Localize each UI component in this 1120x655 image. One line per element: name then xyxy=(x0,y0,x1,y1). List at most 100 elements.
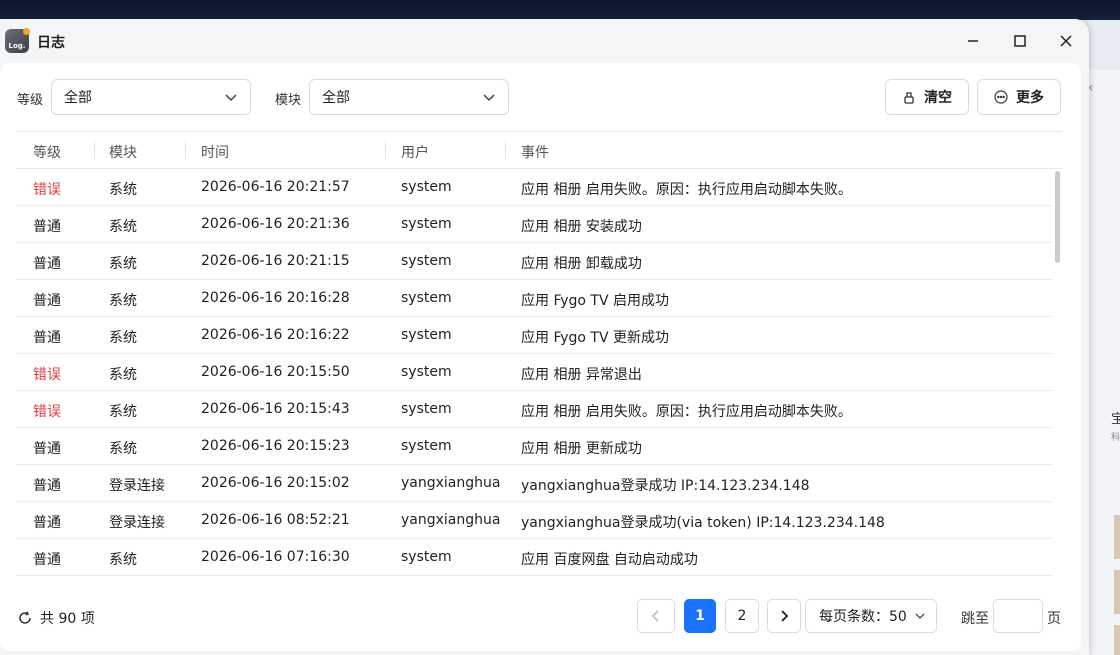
table-row[interactable]: 普通 系统 2026-06-16 07:16:30 system 应用 百度网盘 自动启… xyxy=(16,539,1052,576)
maximize-button[interactable] xyxy=(1008,29,1032,53)
table-row[interactable]: 错误 系统 2026-06-16 20:15:50 system 应用 相册 异常退出 xyxy=(16,354,1052,391)
cell-event: 应用 相册 启用失败。原因：执行应用启动脚本失败。 xyxy=(521,182,852,198)
chevron-right-icon xyxy=(781,610,789,622)
table-row[interactable]: 普通 系统 2026-06-16 20:15:23 system 应用 相册 更新成功 xyxy=(16,428,1052,465)
cell-event: 应用 相册 卸载成功 xyxy=(521,256,642,272)
clear-brush-icon xyxy=(904,92,914,104)
cell-module: 系统 xyxy=(109,441,137,457)
minimize-icon xyxy=(968,40,978,42)
minimize-button[interactable] xyxy=(961,29,985,53)
column-divider[interactable] xyxy=(505,141,506,159)
module-filter-label: 模块 xyxy=(275,93,302,108)
module-select[interactable]: 全部 xyxy=(309,79,509,115)
table-row[interactable]: 普通 登录连接 2026-06-16 08:52:21 yangxianghua yan… xyxy=(16,502,1052,539)
page-suffix: 页 xyxy=(1047,611,1061,627)
cell-user: system xyxy=(401,364,452,380)
cell-user: system xyxy=(401,179,452,195)
chevron-down-icon xyxy=(915,613,925,620)
cell-user: system xyxy=(401,438,452,454)
cell-level: 普通 xyxy=(33,256,61,272)
cell-time: 2026-06-16 20:15:50 xyxy=(201,364,350,380)
cell-module: 系统 xyxy=(109,219,137,235)
next-page-button[interactable] xyxy=(767,599,801,633)
cell-user: system xyxy=(401,401,452,417)
background-subtext: 科 xyxy=(1111,433,1120,443)
table-row[interactable]: 错误 系统 2026-06-16 20:21:57 system 应用 相册 启用失败。… xyxy=(16,169,1052,206)
table-row[interactable]: 普通 系统 2026-06-16 20:21:15 system 应用 相册 卸载成功 xyxy=(16,243,1052,280)
column-header-user[interactable]: 用户 xyxy=(401,142,429,162)
jump-label: 跳至 xyxy=(961,611,989,627)
table-row[interactable]: 普通 登录连接 2026-06-16 20:15:02 yangxianghua yan… xyxy=(16,465,1052,502)
cell-event: 应用 相册 安装成功 xyxy=(521,219,642,235)
log-app-icon: Log. xyxy=(5,28,30,53)
cell-event: 应用 Fygo TV 更新成功 xyxy=(521,330,669,346)
maximize-icon xyxy=(1014,35,1026,47)
page-button-1[interactable]: 1 xyxy=(684,599,716,633)
cell-level: 错误 xyxy=(33,182,61,198)
table-header: 等级 模块 时间 用户 事件 xyxy=(16,131,1062,169)
page-size-value: 每页条数：50 xyxy=(819,609,907,625)
column-divider[interactable] xyxy=(94,141,95,159)
cell-user: system xyxy=(401,253,452,269)
cell-user: system xyxy=(401,327,452,343)
prev-page-button[interactable] xyxy=(637,599,675,633)
more-button-label: 更多 xyxy=(1016,90,1044,106)
cell-module: 系统 xyxy=(109,293,137,309)
column-header-module[interactable]: 模块 xyxy=(109,142,137,162)
cell-user: system xyxy=(401,549,452,565)
cell-user: system xyxy=(401,290,452,306)
cell-time: 2026-06-16 20:15:43 xyxy=(201,401,350,417)
cell-module: 系统 xyxy=(109,330,137,346)
column-header-event[interactable]: 事件 xyxy=(521,142,549,162)
jump-page-input[interactable] xyxy=(993,599,1043,633)
background-thumbnail xyxy=(1114,570,1120,614)
page-button-2[interactable]: 2 xyxy=(725,599,759,633)
cell-event: 应用 Fygo TV 启用成功 xyxy=(521,293,669,309)
clear-button[interactable]: 清空 xyxy=(885,79,969,115)
column-header-level[interactable]: 等级 xyxy=(33,142,61,162)
cell-user: yangxianghua xyxy=(401,475,501,491)
cell-module: 登录连接 xyxy=(109,478,165,494)
table-row[interactable]: 普通 系统 2026-06-16 20:16:22 system 应用 Fygo TV … xyxy=(16,317,1052,354)
cell-event: yangxianghua登录成功(via token) IP:14.123.23… xyxy=(521,515,885,531)
chevron-down-icon xyxy=(483,94,495,102)
close-button[interactable] xyxy=(1054,29,1078,53)
cell-module: 系统 xyxy=(109,182,137,198)
cell-user: yangxianghua xyxy=(401,512,501,528)
table-row[interactable]: 普通 系统 2026-06-16 20:16:28 system 应用 Fygo TV … xyxy=(16,280,1052,317)
more-button[interactable]: 更多 xyxy=(977,79,1061,115)
background-text: 宝 xyxy=(1111,412,1120,427)
log-table: 等级 模块 时间 用户 事件 错误 系统 2026-06-16 20:21:57 sy… xyxy=(16,131,1062,576)
cell-level: 普通 xyxy=(33,330,61,346)
page-size-select[interactable]: 每页条数：50 xyxy=(805,599,937,633)
column-header-time[interactable]: 时间 xyxy=(201,142,229,162)
column-divider[interactable] xyxy=(385,141,386,159)
table-body[interactable]: 错误 系统 2026-06-16 20:21:57 system 应用 相册 启用失败。… xyxy=(16,169,1062,576)
cell-level: 错误 xyxy=(33,367,61,383)
cell-module: 系统 xyxy=(109,256,137,272)
cell-time: 2026-06-16 07:16:30 xyxy=(201,549,350,565)
cell-event: 应用 相册 更新成功 xyxy=(521,441,642,457)
level-select[interactable]: 全部 xyxy=(51,79,251,115)
cell-event: 应用 相册 异常退出 xyxy=(521,367,642,383)
table-row[interactable]: 错误 系统 2026-06-16 20:15:43 system 应用 相册 启用失败。… xyxy=(16,391,1052,428)
cell-level: 普通 xyxy=(33,478,61,494)
window-title: 日志 xyxy=(37,35,65,51)
app-icon-text: Log. xyxy=(8,42,26,50)
cell-event: 应用 相册 启用失败。原因：执行应用启动脚本失败。 xyxy=(521,404,852,420)
cell-level: 普通 xyxy=(33,441,61,457)
cell-time: 2026-06-16 08:52:21 xyxy=(201,512,350,528)
cell-level: 普通 xyxy=(33,219,61,235)
cell-level: 普通 xyxy=(33,552,61,568)
log-window: Log. 日志 等级 全部 模块 全部 清空 更多 等级 模块 时间 用户 事件… xyxy=(0,19,1089,655)
title-bar[interactable]: Log. 日志 xyxy=(0,19,1089,63)
clear-button-label: 清空 xyxy=(924,90,952,106)
column-divider[interactable] xyxy=(185,141,186,159)
table-row[interactable]: 普通 系统 2026-06-16 20:21:36 system 应用 相册 安装成功 xyxy=(16,206,1052,243)
cell-time: 2026-06-16 20:16:28 xyxy=(201,290,350,306)
cell-module: 系统 xyxy=(109,404,137,420)
level-filter-label: 等级 xyxy=(17,93,44,108)
scrollbar-thumb[interactable] xyxy=(1055,171,1060,263)
refresh-icon[interactable] xyxy=(18,611,32,625)
module-select-value: 全部 xyxy=(322,90,350,106)
